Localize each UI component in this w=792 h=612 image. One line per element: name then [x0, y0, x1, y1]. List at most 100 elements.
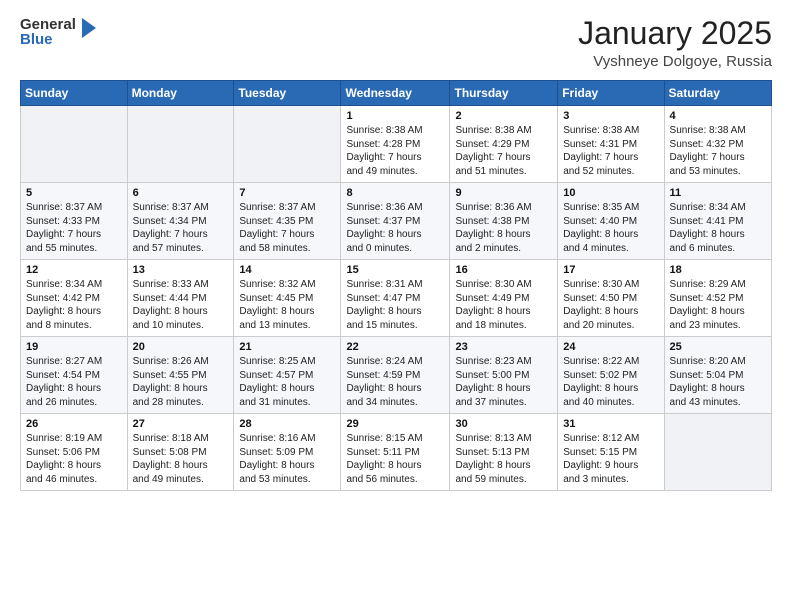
weekday-header: Tuesday [234, 81, 341, 106]
day-number: 7 [239, 187, 335, 199]
calendar-cell [234, 106, 341, 183]
day-number: 2 [455, 110, 552, 122]
day-number: 23 [455, 341, 552, 353]
calendar-cell: 30Sunrise: 8:13 AMSunset: 5:13 PMDayligh… [450, 414, 558, 491]
calendar-cell: 12 Sunrise: 8:34 AMSunset: 4:42 PMDayligh… [21, 260, 128, 337]
day-number: 8 [346, 187, 444, 199]
calendar-table: SundayMondayTuesdayWednesdayThursdayFrid… [20, 80, 772, 491]
title-block: January 2025 Vyshneye Dolgoye, Russia [578, 16, 772, 70]
day-number: 22 [346, 341, 444, 353]
calendar-week-row: 12 Sunrise: 8:34 AMSunset: 4:42 PMDayligh… [21, 260, 772, 337]
calendar-cell: 3 Sunrise: 8:38 AMSunset: 4:31 PMDaylight… [558, 106, 664, 183]
day-number: 30 [455, 418, 552, 430]
day-number: 4 [670, 110, 766, 122]
day-number: 31 [563, 418, 658, 430]
day-info: Sunrise: 8:20 AMSunset: 5:04 PMDaylight:… [670, 355, 766, 409]
calendar-cell: 2 Sunrise: 8:38 AMSunset: 4:29 PMDaylight… [450, 106, 558, 183]
calendar-cell [127, 106, 234, 183]
day-number: 14 [239, 264, 335, 276]
day-info: Sunrise: 8:12 AMSunset: 5:15 PMDaylight:… [563, 432, 658, 486]
calendar-cell: 31 Sunrise: 8:12 AMSunset: 5:15 PMDayligh… [558, 414, 664, 491]
day-info: Sunrise: 8:38 AMSunset: 4:32 PMDaylight:… [670, 124, 766, 178]
day-info: Sunrise: 8:30 AMSunset: 4:50 PMDaylight:… [563, 278, 658, 332]
day-info: Sunrise: 8:34 AMSunset: 4:42 PMDaylight:… [26, 278, 122, 332]
day-info: Sunrise: 8:34 AMSunset: 4:41 PMDaylight:… [670, 201, 766, 255]
title-month: January 2025 [578, 16, 772, 51]
logo: General Blue [20, 16, 100, 47]
calendar-cell: 20 Sunrise: 8:26 AMSunset: 4:55 PMDayligh… [127, 337, 234, 414]
calendar-body: 1Sunrise: 8:38 AMSunset: 4:28 PMDaylight… [21, 106, 772, 491]
day-number: 27 [133, 418, 229, 430]
day-info: Sunrise: 8:37 AMSunset: 4:35 PMDaylight:… [239, 201, 335, 255]
weekday-header: Monday [127, 81, 234, 106]
calendar-cell: 14 Sunrise: 8:32 AMSunset: 4:45 PMDayligh… [234, 260, 341, 337]
page: General Blue January 2025 Vyshneye Dolgo… [0, 0, 792, 612]
day-number: 19 [26, 341, 122, 353]
calendar-cell: 22Sunrise: 8:24 AMSunset: 4:59 PMDayligh… [341, 337, 450, 414]
calendar-cell: 24 Sunrise: 8:22 AMSunset: 5:02 PMDayligh… [558, 337, 664, 414]
day-number: 9 [455, 187, 552, 199]
day-info: Sunrise: 8:22 AMSunset: 5:02 PMDaylight:… [563, 355, 658, 409]
day-number: 15 [346, 264, 444, 276]
day-number: 6 [133, 187, 229, 199]
day-number: 11 [670, 187, 766, 199]
calendar-cell: 5Sunrise: 8:37 AMSunset: 4:33 PMDaylight… [21, 183, 128, 260]
day-number: 12 [26, 264, 122, 276]
day-info: Sunrise: 8:35 AMSunset: 4:40 PMDaylight:… [563, 201, 658, 255]
day-info: Sunrise: 8:26 AMSunset: 4:55 PMDaylight:… [133, 355, 229, 409]
calendar-cell: 17 Sunrise: 8:30 AMSunset: 4:50 PMDayligh… [558, 260, 664, 337]
weekday-header: Thursday [450, 81, 558, 106]
day-info: Sunrise: 8:27 AMSunset: 4:54 PMDaylight:… [26, 355, 122, 409]
calendar-cell: 10 Sunrise: 8:35 AMSunset: 4:40 PMDayligh… [558, 183, 664, 260]
logo-blue: Blue [20, 32, 76, 47]
calendar-cell: 4 Sunrise: 8:38 AMSunset: 4:32 PMDaylight… [664, 106, 771, 183]
day-number: 17 [563, 264, 658, 276]
calendar-cell: 6Sunrise: 8:37 AMSunset: 4:34 PMDaylight… [127, 183, 234, 260]
day-number: 24 [563, 341, 658, 353]
weekday-header: Wednesday [341, 81, 450, 106]
day-info: Sunrise: 8:36 AMSunset: 4:38 PMDaylight:… [455, 201, 552, 255]
logo-general: General [20, 17, 76, 32]
weekday-header: Saturday [664, 81, 771, 106]
calendar-cell: 29Sunrise: 8:15 AMSunset: 5:11 PMDayligh… [341, 414, 450, 491]
calendar-cell: 28 Sunrise: 8:16 AMSunset: 5:09 PMDayligh… [234, 414, 341, 491]
calendar-cell: 7 Sunrise: 8:37 AMSunset: 4:35 PMDaylight… [234, 183, 341, 260]
day-info: Sunrise: 8:30 AMSunset: 4:49 PMDaylight:… [455, 278, 552, 332]
day-info: Sunrise: 8:16 AMSunset: 5:09 PMDaylight:… [239, 432, 335, 486]
logo-text: General Blue [20, 17, 76, 47]
calendar-cell: 18 Sunrise: 8:29 AMSunset: 4:52 PMDayligh… [664, 260, 771, 337]
day-info: Sunrise: 8:38 AMSunset: 4:28 PMDaylight:… [346, 124, 444, 178]
day-number: 10 [563, 187, 658, 199]
day-number: 20 [133, 341, 229, 353]
day-number: 3 [563, 110, 658, 122]
day-number: 5 [26, 187, 122, 199]
calendar-cell: 11 Sunrise: 8:34 AMSunset: 4:41 PMDayligh… [664, 183, 771, 260]
calendar-cell: 16Sunrise: 8:30 AMSunset: 4:49 PMDayligh… [450, 260, 558, 337]
calendar-cell: 8Sunrise: 8:36 AMSunset: 4:37 PMDaylight… [341, 183, 450, 260]
calendar-week-row: 26Sunrise: 8:19 AMSunset: 5:06 PMDayligh… [21, 414, 772, 491]
day-number: 18 [670, 264, 766, 276]
calendar-cell: 23Sunrise: 8:23 AMSunset: 5:00 PMDayligh… [450, 337, 558, 414]
day-info: Sunrise: 8:31 AMSunset: 4:47 PMDaylight:… [346, 278, 444, 332]
calendar-cell: 15 Sunrise: 8:31 AMSunset: 4:47 PMDayligh… [341, 260, 450, 337]
day-number: 28 [239, 418, 335, 430]
calendar-cell: 25Sunrise: 8:20 AMSunset: 5:04 PMDayligh… [664, 337, 771, 414]
calendar-cell [664, 414, 771, 491]
weekday-row: SundayMondayTuesdayWednesdayThursdayFrid… [21, 81, 772, 106]
calendar-cell: 19 Sunrise: 8:27 AMSunset: 4:54 PMDayligh… [21, 337, 128, 414]
calendar-cell: 9 Sunrise: 8:36 AMSunset: 4:38 PMDaylight… [450, 183, 558, 260]
header: General Blue January 2025 Vyshneye Dolgo… [20, 16, 772, 70]
day-info: Sunrise: 8:38 AMSunset: 4:29 PMDaylight:… [455, 124, 552, 178]
calendar-cell: 21Sunrise: 8:25 AMSunset: 4:57 PMDayligh… [234, 337, 341, 414]
day-info: Sunrise: 8:38 AMSunset: 4:31 PMDaylight:… [563, 124, 658, 178]
day-number: 13 [133, 264, 229, 276]
calendar-cell: 26Sunrise: 8:19 AMSunset: 5:06 PMDayligh… [21, 414, 128, 491]
day-info: Sunrise: 8:29 AMSunset: 4:52 PMDaylight:… [670, 278, 766, 332]
calendar-week-row: 5Sunrise: 8:37 AMSunset: 4:33 PMDaylight… [21, 183, 772, 260]
day-info: Sunrise: 8:25 AMSunset: 4:57 PMDaylight:… [239, 355, 335, 409]
day-info: Sunrise: 8:32 AMSunset: 4:45 PMDaylight:… [239, 278, 335, 332]
weekday-header: Sunday [21, 81, 128, 106]
weekday-header: Friday [558, 81, 664, 106]
calendar-header: SundayMondayTuesdayWednesdayThursdayFrid… [21, 81, 772, 106]
day-info: Sunrise: 8:19 AMSunset: 5:06 PMDaylight:… [26, 432, 122, 486]
